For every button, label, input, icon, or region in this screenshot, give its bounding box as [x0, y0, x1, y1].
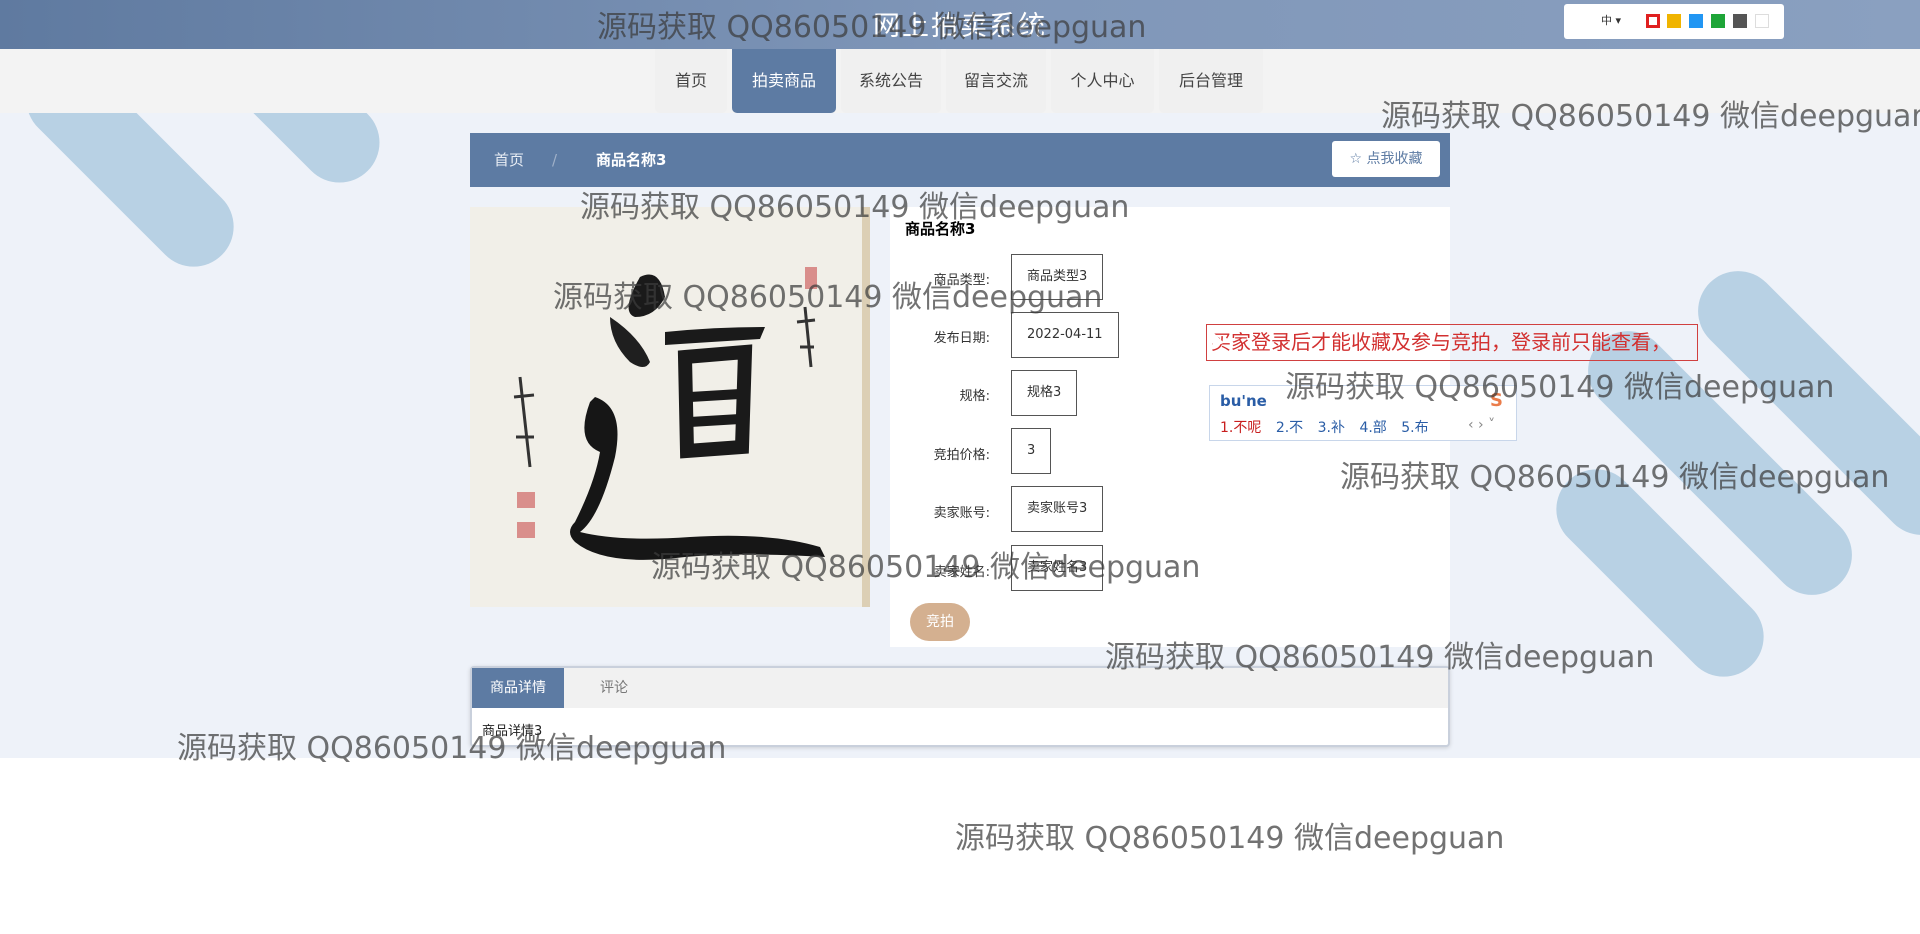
- bid-button[interactable]: 竞拍: [910, 603, 970, 641]
- ime-candidate[interactable]: 3.补: [1318, 420, 1345, 436]
- tab-bar: 商品详情 评论: [472, 668, 1448, 708]
- main-nav: 首页 拍卖商品 系统公告 留言交流 个人中心 后台管理: [0, 49, 1920, 113]
- nav-admin[interactable]: 后台管理: [1159, 49, 1263, 113]
- field-value-price: 3: [1011, 428, 1052, 474]
- sogou-logo-icon: S: [1490, 390, 1503, 411]
- theme-red-swatch[interactable]: [1646, 14, 1660, 28]
- ime-candidate[interactable]: 4.部: [1359, 420, 1386, 436]
- ime-candidate[interactable]: 2.不: [1276, 420, 1303, 436]
- tab-content-text: 商品详情3: [482, 724, 543, 739]
- watermark: 源码获取 QQ86050149 微信deepguan: [955, 821, 1505, 856]
- field-value-seller-name: 卖家姓名3: [1011, 545, 1104, 591]
- calligraphy-image: [470, 207, 870, 607]
- nav-auction-products[interactable]: 拍卖商品: [732, 49, 836, 113]
- theme-gray-swatch[interactable]: [1733, 14, 1747, 28]
- ime-candidates: 1.不呢 2.不 3.补 4.部 5.布: [1220, 417, 1439, 437]
- login-notice: 买家登录后才能收藏及参与竞拍，登录前只能查看，: [1206, 324, 1698, 361]
- field-label-type: 商品类型:: [933, 273, 990, 288]
- breadcrumb-home[interactable]: 首页: [494, 133, 524, 187]
- theme-green-swatch[interactable]: [1711, 14, 1725, 28]
- breadcrumb-separator: /: [552, 151, 558, 169]
- nav-messages[interactable]: 留言交流: [946, 49, 1046, 113]
- tab-product-details[interactable]: 商品详情: [472, 668, 564, 708]
- breadcrumb: 首页 / 商品名称3: [470, 133, 1450, 187]
- language-select[interactable]: 中 ▾: [1589, 12, 1633, 30]
- ime-candidate[interactable]: 1.不呢: [1220, 420, 1261, 436]
- decor-stripe: [183, 113, 397, 200]
- ime-candidate[interactable]: 5.布: [1401, 420, 1428, 436]
- field-value-seller-account: 卖家账号3: [1011, 486, 1104, 532]
- field-label-seller-name: 卖家姓名:: [933, 565, 990, 580]
- detail-tabs-panel: 商品详情 评论 商品详情3: [470, 666, 1450, 747]
- field-label-date: 发布日期:: [933, 331, 990, 346]
- field-label-spec: 规格:: [959, 389, 990, 404]
- product-image: [470, 207, 870, 607]
- theme-blue-swatch[interactable]: [1689, 14, 1703, 28]
- nav-home[interactable]: 首页: [655, 49, 727, 113]
- field-label-price: 竞拍价格:: [933, 448, 990, 463]
- ime-input-text: bu'ne: [1220, 392, 1267, 410]
- decor-stripe: [9, 113, 251, 284]
- ime-page-arrows-icon[interactable]: ‹ › ˅: [1468, 417, 1495, 433]
- theme-white-swatch[interactable]: [1755, 14, 1769, 28]
- theme-yellow-swatch[interactable]: [1667, 14, 1681, 28]
- nav-user-center[interactable]: 个人中心: [1051, 49, 1154, 113]
- breadcrumb-current: 商品名称3: [596, 151, 667, 169]
- field-value-type: 商品类型3: [1011, 254, 1104, 300]
- field-value-date: 2022-04-11: [1011, 312, 1119, 358]
- product-name: 商品名称3: [905, 220, 976, 238]
- field-label-seller-account: 卖家账号:: [933, 506, 990, 521]
- favorite-button[interactable]: ☆ 点我收藏: [1332, 141, 1440, 177]
- ime-candidate-window: bu'ne S 1.不呢 2.不 3.补 4.部 5.布 ‹ › ˅: [1209, 385, 1517, 441]
- field-value-spec: 规格3: [1011, 370, 1078, 416]
- tab-comments[interactable]: 评论: [564, 668, 664, 708]
- nav-announcements[interactable]: 系统公告: [841, 49, 941, 113]
